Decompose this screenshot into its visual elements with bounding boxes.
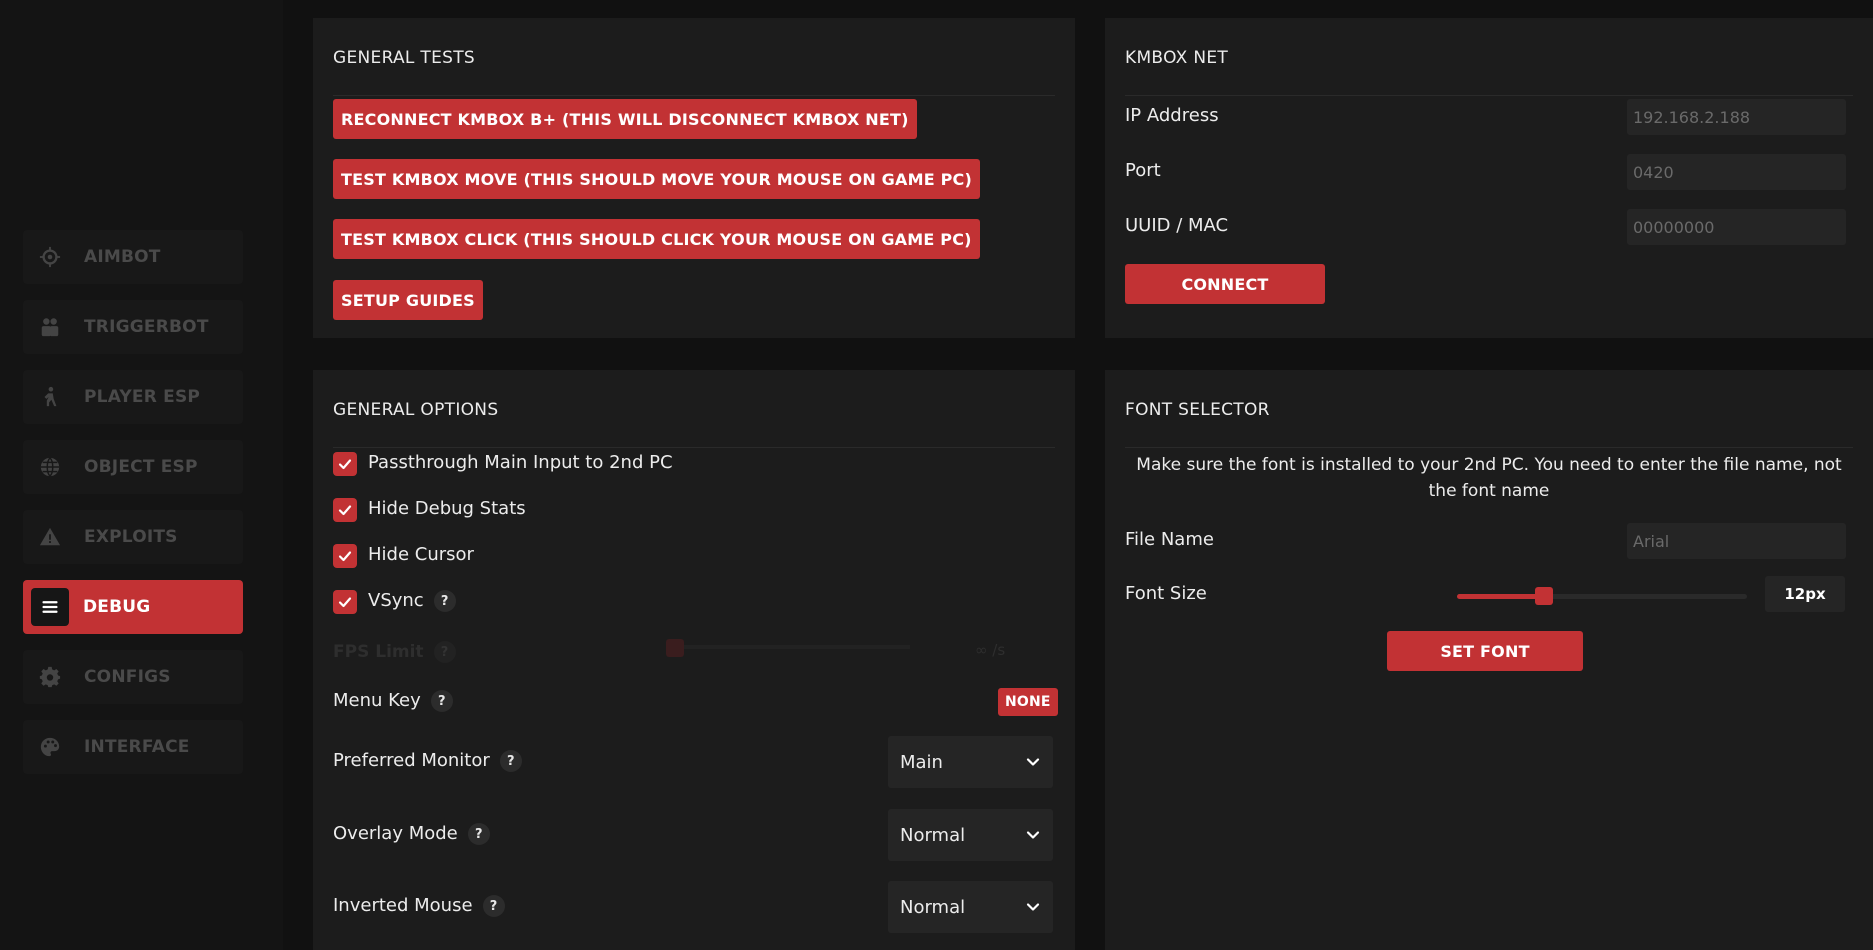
inverted-mouse-select[interactable]: Normal [888,881,1053,933]
passthrough-label: Passthrough Main Input to 2nd PC [368,452,673,473]
checkmark-icon [338,505,352,516]
general-tests-panel: GENERAL TESTS RECONNECT KMBOX B+ (THIS W… [313,18,1075,338]
overlay-mode-select[interactable]: Normal [888,809,1053,861]
fps-limit-value: ∞ /s [975,641,1006,659]
sidebar-item-debug[interactable]: DEBUG [23,580,243,634]
sidebar-item-exploits[interactable]: EXPLOITS [23,510,243,564]
checkmark-icon [338,597,352,608]
help-icon[interactable]: ? [482,895,505,917]
preferred-monitor-select[interactable]: Main [888,736,1053,788]
fps-limit-label: FPS Limit [333,642,424,662]
port-label: Port [1125,160,1161,181]
sidebar-item-aimbot[interactable]: AIMBOT [23,230,243,284]
uuid-mac-input[interactable]: 00000000 [1627,209,1846,245]
palette-icon [23,720,77,774]
help-icon: ? [433,641,456,663]
crosshair-icon [23,230,77,284]
port-input[interactable]: 0420 [1627,154,1846,190]
file-name-input[interactable]: Arial [1627,523,1846,559]
gear-icon [23,650,77,704]
divider [1125,95,1853,96]
overlay-mode-label: Overlay Mode [333,823,458,844]
test-kmbox-move-button[interactable]: TEST KMBOX MOVE (THIS SHOULD MOVE YOUR M… [333,159,980,199]
font-size-slider-thumb[interactable] [1535,587,1553,605]
sidebar-item-label: TRIGGERBOT [84,317,209,337]
passthrough-checkbox[interactable] [333,452,357,476]
sidebar-item-interface[interactable]: INTERFACE [23,720,243,774]
vsync-label: VSync [368,590,424,611]
fps-limit-slider-track [666,645,910,649]
walking-person-icon [23,370,77,424]
help-icon[interactable]: ? [433,590,456,612]
divider [333,447,1055,448]
divider [1125,447,1853,448]
uuid-mac-label: UUID / MAC [1125,215,1229,236]
file-name-label: File Name [1125,529,1214,550]
chevron-down-icon [1026,758,1040,766]
menu-icon [31,588,69,626]
panel-title: GENERAL TESTS [333,48,475,68]
sidebar-item-object-esp[interactable]: OBJECT ESP [23,440,243,494]
panel-title: FONT SELECTOR [1125,400,1270,420]
warning-icon [23,510,77,564]
sidebar-item-label: AIMBOT [84,247,161,267]
setup-guides-button[interactable]: SETUP GUIDES [333,280,483,320]
hide-debug-stats-checkbox[interactable] [333,498,357,522]
font-note: Make sure the font is installed to your … [1136,455,1842,501]
chevron-down-icon [1026,903,1040,911]
set-font-button[interactable]: SET FONT [1387,631,1583,671]
sidebar: AIMBOT TRIGGERBOT PLAYER ESP OBJECT ESP … [0,0,283,950]
slider-fill [1457,594,1544,599]
ip-address-label: IP Address [1125,105,1219,126]
fps-limit-slider-thumb [666,639,684,657]
sidebar-item-label: EXPLOITS [84,527,178,547]
hide-cursor-checkbox[interactable] [333,544,357,568]
inverted-mouse-label: Inverted Mouse [333,895,473,916]
globe-icon [23,440,77,494]
hide-cursor-label: Hide Cursor [368,544,474,565]
help-icon[interactable]: ? [499,750,522,772]
inverted-mouse-row: Inverted Mouse? [333,895,505,917]
help-icon[interactable]: ? [467,823,490,845]
reconnect-kmbox-button[interactable]: RECONNECT KMBOX B+ (THIS WILL DISCONNECT… [333,99,917,139]
select-value: Normal [900,824,966,846]
sidebar-item-label: OBJECT ESP [84,457,198,477]
preferred-monitor-row: Preferred Monitor? [333,750,522,772]
sidebar-item-player-esp[interactable]: PLAYER ESP [23,370,243,424]
help-icon[interactable]: ? [430,690,453,712]
vsync-checkbox[interactable] [333,590,357,614]
preferred-monitor-label: Preferred Monitor [333,750,490,771]
sidebar-item-label: DEBUG [83,597,151,617]
fps-limit-row: FPS Limit? [333,641,456,663]
hide-debug-stats-label: Hide Debug Stats [368,498,526,519]
select-value: Normal [900,896,966,918]
connect-button[interactable]: CONNECT [1125,264,1325,304]
menu-key-label: Menu Key [333,690,421,711]
test-kmbox-click-button[interactable]: TEST KMBOX CLICK (THIS SHOULD CLICK YOUR… [333,219,980,259]
kmbox-net-panel: KMBOX NET IP Address 192.168.2.188 Port … [1105,18,1873,338]
panel-title: KMBOX NET [1125,48,1229,68]
menu-key-row: Menu Key? [333,690,453,712]
sidebar-item-configs[interactable]: CONFIGS [23,650,243,704]
vsync-row: VSync? [368,590,456,612]
overlay-mode-row: Overlay Mode? [333,823,490,845]
ip-address-input[interactable]: 192.168.2.188 [1627,99,1846,135]
sidebar-item-label: PLAYER ESP [84,387,201,407]
menu-key-button[interactable]: NONE [998,688,1058,716]
checkmark-icon [338,459,352,470]
general-options-panel: GENERAL OPTIONS Passthrough Main Input t… [313,370,1075,950]
font-selector-panel: FONT SELECTOR Make sure the font is inst… [1105,370,1873,950]
users-icon [23,300,77,354]
divider [333,95,1055,96]
font-size-label: Font Size [1125,583,1207,604]
sidebar-item-label: INTERFACE [84,737,190,757]
panel-title: GENERAL OPTIONS [333,400,499,420]
font-size-value[interactable]: 12px [1765,576,1845,612]
chevron-down-icon [1026,831,1040,839]
sidebar-item-triggerbot[interactable]: TRIGGERBOT [23,300,243,354]
select-value: Main [900,751,943,773]
checkmark-icon [338,551,352,562]
sidebar-item-label: CONFIGS [84,667,171,687]
font-size-slider[interactable] [1457,594,1747,599]
